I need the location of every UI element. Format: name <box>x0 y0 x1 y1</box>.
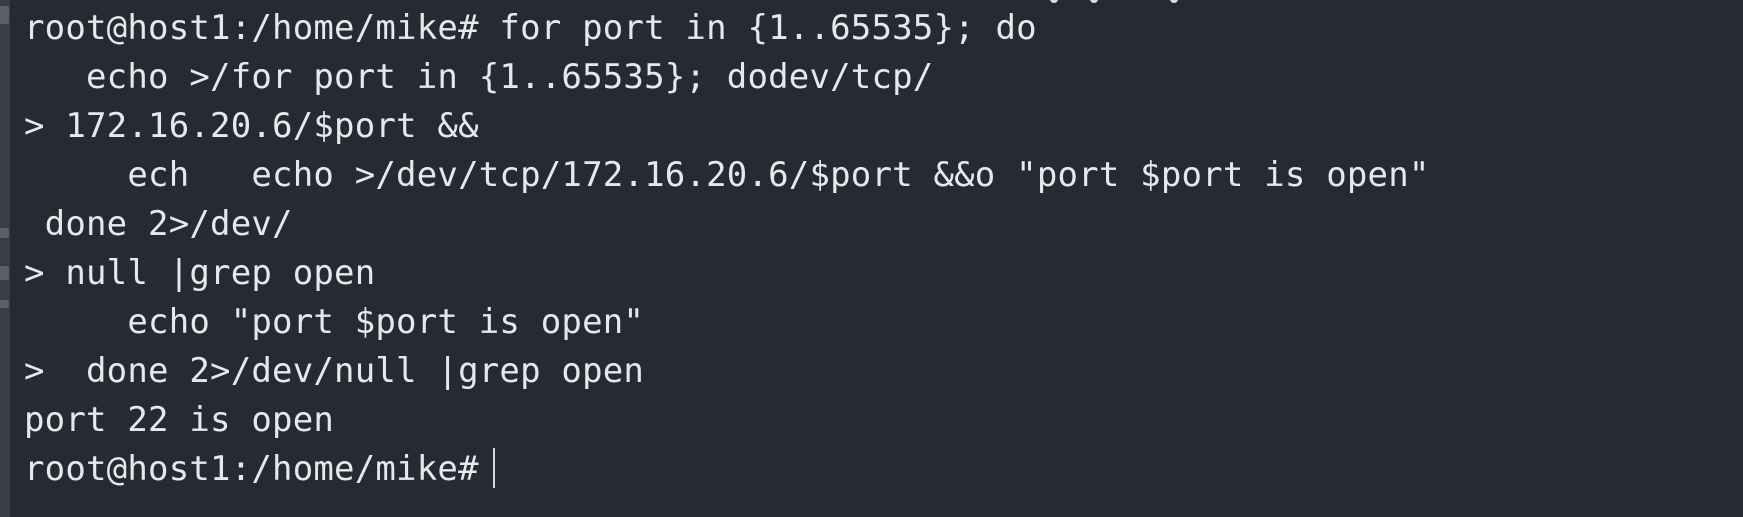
partial-glyph <box>0 228 9 238</box>
terminal-line: > done 2>/dev/null |grep open <box>24 351 645 391</box>
partial-glyph <box>0 6 9 24</box>
terminal-line: > 172.16.20.6/$port && <box>24 106 479 146</box>
terminal-window[interactable]: root@host1:/home/mike# for port in {1..6… <box>0 0 1743 517</box>
terminal-prompt-line[interactable]: root@host1:/home/mike# <box>24 445 1724 494</box>
terminal-line: echo "port $port is open" <box>24 302 645 342</box>
terminal-line: > null |grep open <box>24 253 376 293</box>
terminal-line: echo >/for port in {1..65535}; dodev/tcp… <box>24 57 934 97</box>
terminal-line: done 2>/dev/ <box>24 204 293 244</box>
terminal-line-result: port 22 is open <box>24 400 335 440</box>
terminal-line: ech echo >/dev/tcp/172.16.20.6/$port &&o… <box>24 155 1430 195</box>
text-cursor <box>492 448 495 488</box>
terminal-output[interactable]: root@host1:/home/mike# for port in {1..6… <box>24 4 1724 509</box>
terminal-line-command: root@host1:/home/mike# for port in {1..6… <box>24 8 1037 48</box>
shell-prompt: root@host1:/home/mike# <box>24 449 479 489</box>
partial-glyph <box>0 300 9 308</box>
partial-glyph <box>0 266 9 280</box>
clipped-previous-line <box>1030 0 1230 3</box>
background-window-edge <box>0 0 10 517</box>
